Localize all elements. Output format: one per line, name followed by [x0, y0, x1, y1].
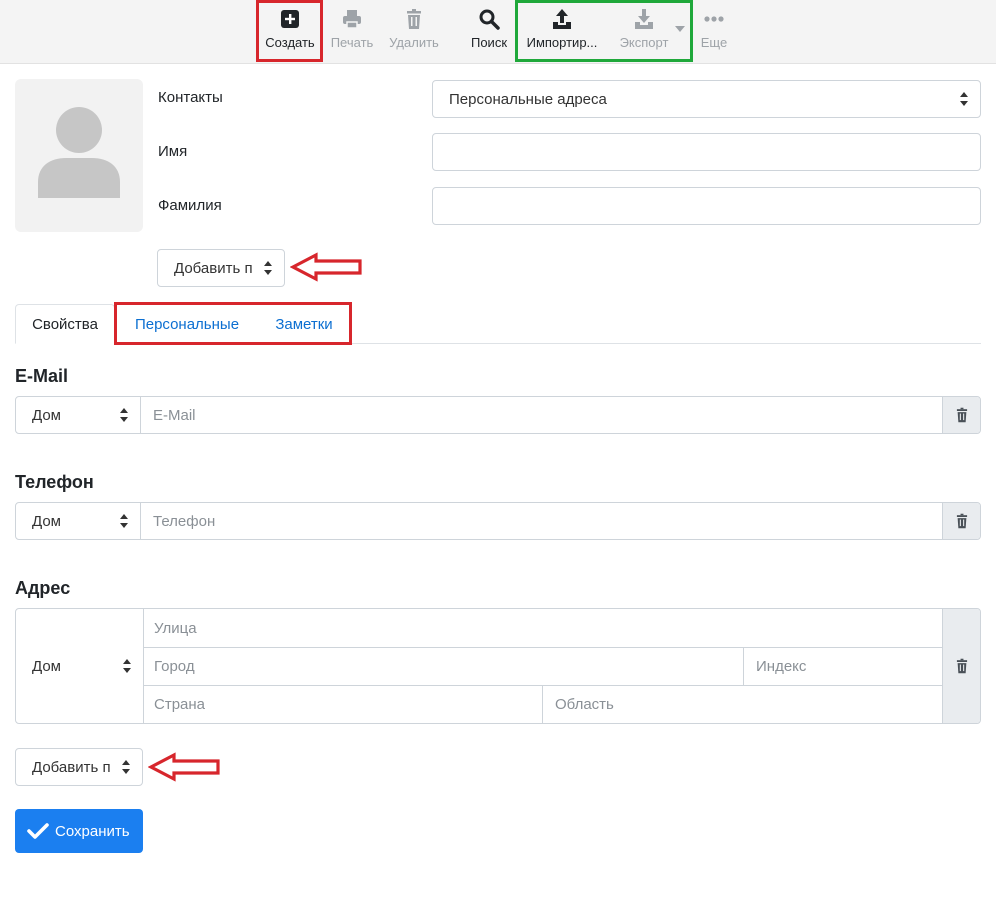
- last-name-input[interactable]: [432, 187, 981, 225]
- printer-icon: [343, 10, 361, 29]
- country-placeholder: Страна: [154, 696, 206, 713]
- sort-arrows-icon: [264, 261, 272, 275]
- search-icon: [479, 9, 500, 30]
- annotation-import-export-highlight: [515, 0, 693, 62]
- more-label: Еще: [700, 35, 728, 50]
- user-silhouette-icon: [38, 107, 120, 198]
- trash-icon: [956, 513, 967, 529]
- tab-properties[interactable]: Свойства: [15, 304, 115, 344]
- annotation-arrow-icon: [290, 252, 362, 282]
- annotation-create-highlight: [256, 0, 323, 62]
- street-input[interactable]: Улица: [144, 609, 944, 648]
- zip-placeholder: Индекс: [756, 658, 807, 675]
- region-input[interactable]: Область: [543, 686, 944, 723]
- phone-section-title: Телефон: [15, 472, 94, 492]
- contacts-label: Контакты: [158, 89, 223, 106]
- email-placeholder: E-Mail: [153, 406, 196, 424]
- add-field-select-header[interactable]: Добавить п: [157, 249, 285, 287]
- trash-icon: [956, 658, 967, 674]
- add-field-select-footer[interactable]: Добавить п: [15, 748, 143, 786]
- annotation-arrow-icon: [148, 752, 220, 782]
- annotation-tabs-highlight: [114, 302, 352, 345]
- trash-icon: [407, 9, 421, 29]
- checkmark-icon: [27, 823, 49, 839]
- save-label: Сохранить: [55, 822, 130, 840]
- tab-properties-label: Свойства: [32, 315, 98, 333]
- email-section-title: E-Mail: [15, 366, 69, 386]
- country-input[interactable]: Страна: [144, 686, 543, 723]
- more-button[interactable]: Еще: [694, 0, 734, 62]
- address-section-title: Адрес: [15, 578, 71, 598]
- address-delete-button[interactable]: [942, 609, 980, 723]
- sort-arrows-icon: [960, 92, 968, 106]
- contact-photo[interactable]: [15, 79, 143, 232]
- search-button[interactable]: Поиск: [462, 0, 516, 62]
- street-placeholder: Улица: [154, 619, 197, 637]
- sort-arrows-icon: [120, 408, 128, 422]
- delete-label: Удалить: [389, 35, 439, 50]
- add-field-label-header: Добавить п: [174, 259, 253, 277]
- addressbook-select[interactable]: Персональные адреса: [432, 80, 981, 118]
- save-button[interactable]: Сохранить: [15, 809, 143, 853]
- phone-delete-button[interactable]: [942, 503, 980, 539]
- address-type-select[interactable]: Дом: [16, 609, 144, 723]
- phone-row: Дом Телефон: [15, 502, 981, 540]
- print-button[interactable]: Печать: [324, 0, 380, 62]
- toolbar: Создать Печать Удалить Поиск Импортир...…: [0, 0, 996, 64]
- address-type-value: Дом: [32, 657, 61, 675]
- trash-icon: [956, 407, 967, 423]
- first-name-label: Имя: [158, 143, 188, 160]
- zip-input[interactable]: Индекс: [744, 648, 944, 686]
- email-delete-button[interactable]: [942, 397, 980, 433]
- city-input[interactable]: Город: [144, 648, 744, 686]
- phone-placeholder: Телефон: [153, 512, 216, 530]
- print-label: Печать: [330, 35, 374, 50]
- phone-type-select[interactable]: Дом: [16, 503, 141, 539]
- city-placeholder: Город: [154, 658, 195, 675]
- last-name-label: Фамилия: [158, 197, 222, 214]
- email-type-value: Дом: [32, 406, 61, 424]
- sort-arrows-icon: [122, 760, 130, 774]
- phone-type-value: Дом: [32, 512, 61, 530]
- phone-input[interactable]: Телефон: [141, 503, 942, 539]
- sort-arrows-icon: [120, 514, 128, 528]
- more-dots-icon: [704, 16, 724, 22]
- region-placeholder: Область: [555, 696, 614, 713]
- delete-button[interactable]: Удалить: [384, 0, 444, 62]
- address-row: Дом Улица Город Индекс Страна Область: [15, 608, 981, 724]
- add-field-label-footer: Добавить п: [32, 758, 111, 776]
- email-type-select[interactable]: Дом: [16, 397, 141, 433]
- email-row: Дом E-Mail: [15, 396, 981, 434]
- search-label: Поиск: [470, 35, 508, 50]
- first-name-input[interactable]: [432, 133, 981, 171]
- sort-arrows-icon: [123, 659, 131, 673]
- email-input[interactable]: E-Mail: [141, 397, 942, 433]
- addressbook-value: Персональные адреса: [449, 90, 607, 108]
